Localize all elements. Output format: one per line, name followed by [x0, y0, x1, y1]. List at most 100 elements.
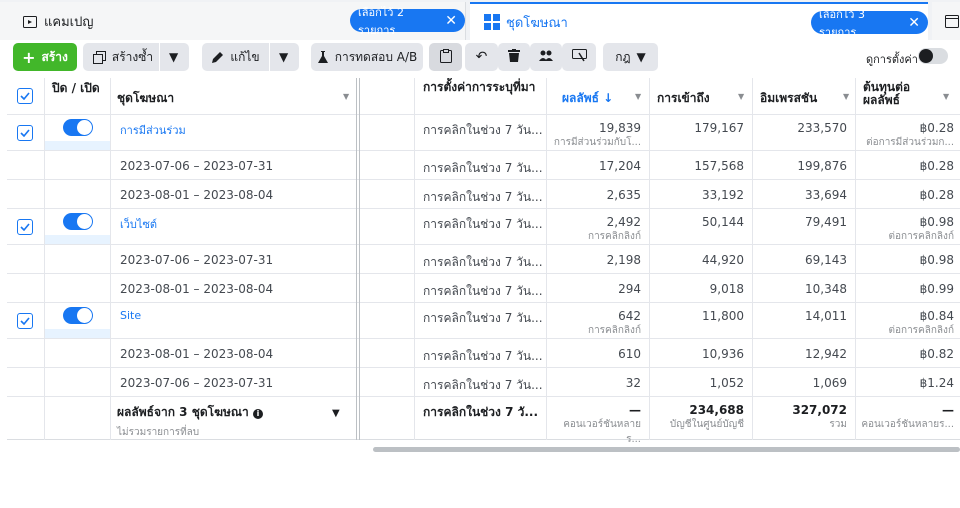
adset-name-link[interactable]: เว็บไซต์: [120, 209, 350, 244]
cost-value: ฿0.98: [919, 215, 954, 229]
close-icon[interactable]: ✕: [445, 13, 457, 29]
cost-value: ฿1.24: [919, 376, 954, 390]
cost-cell: ฿0.84 ต่อการคลิกลิงก์: [855, 303, 960, 338]
sort-icon[interactable]: ▼: [943, 92, 949, 101]
adset-name-link[interactable]: การมีส่วนร่วม: [120, 115, 350, 150]
summary-cost-value: —: [942, 403, 954, 417]
cost-value: ฿0.99: [919, 282, 954, 296]
results-value: 19,839: [599, 121, 641, 135]
sort-icon[interactable]: ▼: [635, 92, 641, 101]
col-attribution[interactable]: การตั้งค่าการระบุที่มา: [423, 78, 543, 114]
clipboard-button[interactable]: [429, 43, 462, 71]
audience-button[interactable]: [530, 43, 562, 71]
cost-cell: ฿0.99: [855, 274, 960, 302]
results-cell: 294: [552, 274, 649, 302]
results-cell: 19,839 การมีส่วนร่วมกับโ...: [552, 115, 649, 150]
row-checkbox[interactable]: [17, 313, 33, 329]
col-reach[interactable]: การเข้าถึง: [657, 78, 747, 114]
row-checkbox[interactable]: [17, 219, 33, 235]
people-icon: [539, 50, 553, 65]
date-range: 2023-08-01 – 2023-08-04: [120, 188, 274, 202]
duplicate-button[interactable]: สร้างซ้ำ ▼: [83, 43, 189, 71]
cost-cell: ฿0.28: [855, 180, 960, 208]
attribution-cell: การคลิกในช่วง 7 วัน...: [423, 190, 543, 204]
table-row[interactable]: 2023-07-06 – 2023-07-31 การคลิกในช่วง 7 ว…: [7, 151, 960, 180]
chevron-down-icon[interactable]: ▼: [279, 50, 288, 64]
results-cell: 2,198: [552, 245, 649, 273]
results-cell: 642 การคลิกลิงก์: [552, 303, 649, 338]
reach-cell: 33,192: [702, 188, 744, 202]
table-row[interactable]: เว็บไซต์ การคลิกในช่วง 7 วัน... 2,492 การคล…: [7, 209, 960, 245]
results-cell: 2,635: [552, 180, 649, 208]
sort-icon[interactable]: ▼: [343, 92, 349, 101]
rules-button[interactable]: กฎ ▼: [603, 43, 658, 71]
table-row[interactable]: 2023-08-01 – 2023-08-04 การคลิกในช่วง 7 ว…: [7, 339, 960, 368]
duplicate-label: สร้างซ้ำ: [111, 49, 154, 64]
impressions-cell: 10,348: [805, 282, 847, 296]
summary-attribution: การคลิกในช่วง 7 วั...: [423, 405, 539, 419]
table-row[interactable]: 2023-08-01 – 2023-08-04 การคลิกในช่วง 7 ว…: [7, 274, 960, 303]
edit-button[interactable]: แก้ไข ▼: [202, 43, 299, 71]
reach-cell: 50,144: [702, 215, 744, 229]
cost-sub: ต่อการมีส่วนร่วมก...: [866, 137, 954, 148]
preview-button[interactable]: [562, 43, 596, 71]
create-button[interactable]: + สร้าง: [13, 43, 77, 71]
results-value: 2,635: [606, 188, 641, 202]
select-all-checkbox[interactable]: [17, 88, 33, 104]
summary-reach-value: 234,688: [689, 403, 744, 417]
reach-cell: 1,052: [709, 376, 744, 390]
row-checkbox[interactable]: [17, 125, 33, 141]
delete-button[interactable]: [498, 43, 530, 71]
table-row[interactable]: 2023-07-06 – 2023-07-31 การคลิกในช่วง 7 ว…: [7, 368, 960, 397]
sort-icon[interactable]: ▼: [843, 92, 849, 101]
cost-value: ฿0.84: [919, 309, 954, 323]
tab-adsets[interactable]: ชุดโฆษณา เลือกไว้ 3 รายการ ✕: [470, 2, 928, 40]
col-onoff[interactable]: ปิด / เปิด: [52, 78, 112, 114]
tab-campaigns[interactable]: แคมเปญ เลือกไว้ 2 รายการ ✕: [0, 2, 466, 40]
sort-icon[interactable]: ▼: [738, 92, 744, 101]
summary-results-value: —: [629, 403, 641, 417]
summary-impressions: 327,072 รวม: [752, 396, 855, 439]
close-icon[interactable]: ✕: [908, 15, 920, 31]
tab-campaigns-label: แคมเปญ: [44, 14, 94, 30]
adset-selected-badge[interactable]: เลือกไว้ 3 รายการ ✕: [811, 8, 928, 39]
results-cell: 17,204: [552, 151, 649, 179]
impressions-cell: 199,876: [797, 159, 847, 173]
rules-label: กฎ: [615, 49, 631, 64]
onoff-toggle[interactable]: [63, 213, 93, 230]
undo-button[interactable]: ↶: [465, 43, 498, 71]
info-icon[interactable]: i: [252, 409, 263, 419]
date-range: 2023-08-01 – 2023-08-04: [120, 347, 274, 361]
table-row[interactable]: 2023-08-01 – 2023-08-04 การคลิกในช่วง 7 ว…: [7, 180, 960, 209]
chevron-down-icon[interactable]: ▼: [169, 50, 178, 64]
table-row[interactable]: การมีส่วนร่วม การคลิกในช่วง 7 วัน... 19,83…: [7, 115, 960, 151]
ab-test-button[interactable]: การทดสอบ A/B: [311, 43, 423, 71]
cost-cell: ฿0.98 ต่อการคลิกลิงก์: [855, 209, 960, 244]
col-adset[interactable]: ชุดโฆษณา: [117, 78, 347, 114]
date-range: 2023-07-06 – 2023-07-31: [120, 376, 274, 390]
attribution-cell: การคลิกในช่วง 7 วัน...: [423, 284, 543, 298]
date-range: 2023-07-06 – 2023-07-31: [120, 253, 274, 267]
summary-row: ผลลัพธ์จาก 3 ชุดโฆษณา i ไม่รวมรายการที่ล…: [7, 396, 960, 444]
results-value: 32: [625, 376, 641, 390]
col-cost[interactable]: ต้นทุนต่อผลลัพธ์: [863, 78, 943, 114]
cost-sub: ต่อการคลิกลิงก์: [888, 231, 954, 242]
campaign-selected-badge[interactable]: เลือกไว้ 2 รายการ ✕: [350, 6, 465, 37]
onoff-toggle[interactable]: [63, 307, 93, 324]
col-impressions[interactable]: อิมเพรสชัน: [760, 78, 850, 114]
horizontal-scrollbar[interactable]: [373, 447, 960, 452]
table-row[interactable]: 2023-07-06 – 2023-07-31 การคลิกในช่วง 7 ว…: [7, 245, 960, 274]
column-divider: [649, 78, 650, 440]
summary-results-sub: คอนเวอร์ชันหลายร...: [563, 419, 641, 444]
table-row[interactable]: Site การคลิกในช่วง 7 วัน... 642 การคลิกลิงก…: [7, 303, 960, 339]
flask-icon: [317, 50, 329, 64]
column-divider: [752, 78, 753, 440]
onoff-toggle[interactable]: [63, 119, 93, 136]
chevron-down-icon[interactable]: ▼: [332, 408, 340, 419]
ad-icon: [944, 13, 960, 29]
tab-ads[interactable]: [932, 2, 960, 40]
view-settings-label: ดูการตั้งค่า: [866, 53, 918, 66]
view-settings-toggle[interactable]: [918, 48, 948, 64]
tab-adsets-label: ชุดโฆษณา: [506, 15, 568, 31]
adset-name-link[interactable]: Site: [120, 303, 350, 338]
